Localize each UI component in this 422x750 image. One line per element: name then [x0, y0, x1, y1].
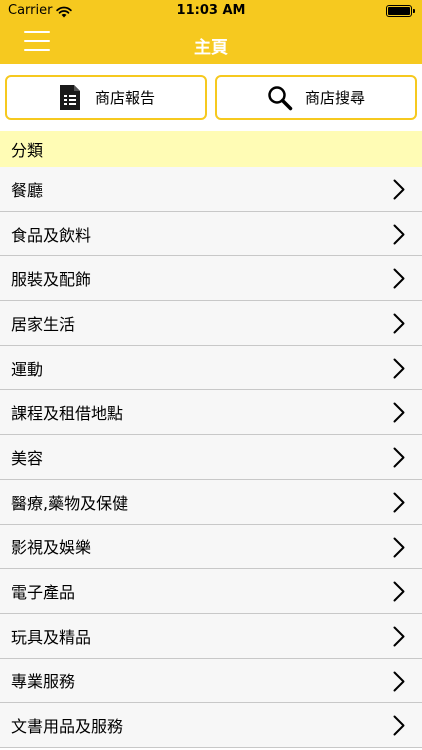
- chevron-right-icon: [393, 402, 405, 423]
- category-label: 電子產品: [11, 583, 76, 603]
- category-label: 食品及飲料: [11, 225, 92, 245]
- category-row-restaurant[interactable]: 餐廳: [0, 167, 422, 212]
- category-row-apparel[interactable]: 服裝及配飾: [0, 256, 422, 302]
- category-row-sports[interactable]: 運動: [0, 345, 422, 391]
- category-label: 影視及娛樂: [11, 538, 92, 558]
- chevron-right-icon: [393, 715, 405, 736]
- category-label: 文書用品及服務: [11, 717, 124, 737]
- category-label: 課程及租借地點: [11, 404, 124, 424]
- category-list: 餐廳 食品及飲料 服裝及配飾 居家生活 運動 課程及租借地點 美容 醫療,藥物及…: [0, 167, 422, 748]
- chevron-right-icon: [393, 358, 405, 379]
- search-icon: [267, 84, 293, 112]
- shop-search-label: 商店搜尋: [304, 89, 365, 107]
- chevron-right-icon: [393, 268, 405, 289]
- category-row-food-beverage[interactable]: 食品及飲料: [0, 211, 422, 257]
- category-row-courses-venues[interactable]: 課程及租借地點: [0, 390, 422, 436]
- chevron-right-icon: [393, 537, 405, 557]
- page-title: 主頁: [194, 38, 228, 58]
- category-label: 服裝及配飾: [11, 270, 92, 290]
- status-bar: Carrier 11:03 AM: [0, 0, 422, 22]
- category-row-home-living[interactable]: 居家生活: [0, 301, 422, 346]
- category-label: 玩具及精品: [11, 627, 92, 647]
- chevron-right-icon: [393, 224, 405, 245]
- category-row-stationery[interactable]: 文書用品及服務: [0, 703, 422, 748]
- chevron-right-icon: [393, 581, 405, 602]
- nav-bar: Carrier 11:03 AM 主頁: [0, 0, 422, 64]
- category-label: 美容: [11, 448, 44, 468]
- category-label: 餐廳: [11, 180, 44, 200]
- category-row-toys-gifts[interactable]: 玩具及精品: [0, 613, 422, 659]
- shop-report-button[interactable]: 商店報告: [5, 75, 207, 120]
- chevron-right-icon: [393, 671, 405, 692]
- category-label: 居家生活: [11, 314, 76, 334]
- category-row-beauty[interactable]: 美容: [0, 435, 422, 480]
- category-row-medical-health[interactable]: 醫療,藥物及保健: [0, 479, 422, 525]
- chevron-right-icon: [393, 626, 405, 647]
- category-label: 專業服務: [11, 672, 76, 692]
- category-row-professional-services[interactable]: 專業服務: [0, 658, 422, 704]
- category-section-header: 分類: [0, 131, 422, 167]
- category-row-electronics[interactable]: 電子產品: [0, 569, 422, 614]
- chevron-right-icon: [393, 447, 405, 468]
- chevron-right-icon: [393, 313, 405, 334]
- shop-search-button[interactable]: 商店搜尋: [215, 75, 417, 120]
- chevron-right-icon: [393, 492, 405, 513]
- chevron-right-icon: [393, 179, 405, 200]
- clock: 11:03 AM: [176, 3, 246, 18]
- category-label: 醫療,藥物及保健: [11, 493, 129, 513]
- category-row-entertainment[interactable]: 影視及娛樂: [0, 524, 422, 570]
- app-screen: Carrier 11:03 AM 主頁 商店報告 商店搜尋 分類 餐廳 食品及飲…: [0, 0, 422, 750]
- battery-icon: [386, 5, 415, 17]
- category-label: 運動: [11, 359, 44, 379]
- document-report-icon: [57, 84, 83, 112]
- action-buttons: 商店報告 商店搜尋: [5, 75, 417, 121]
- shop-report-label: 商店報告: [94, 89, 155, 107]
